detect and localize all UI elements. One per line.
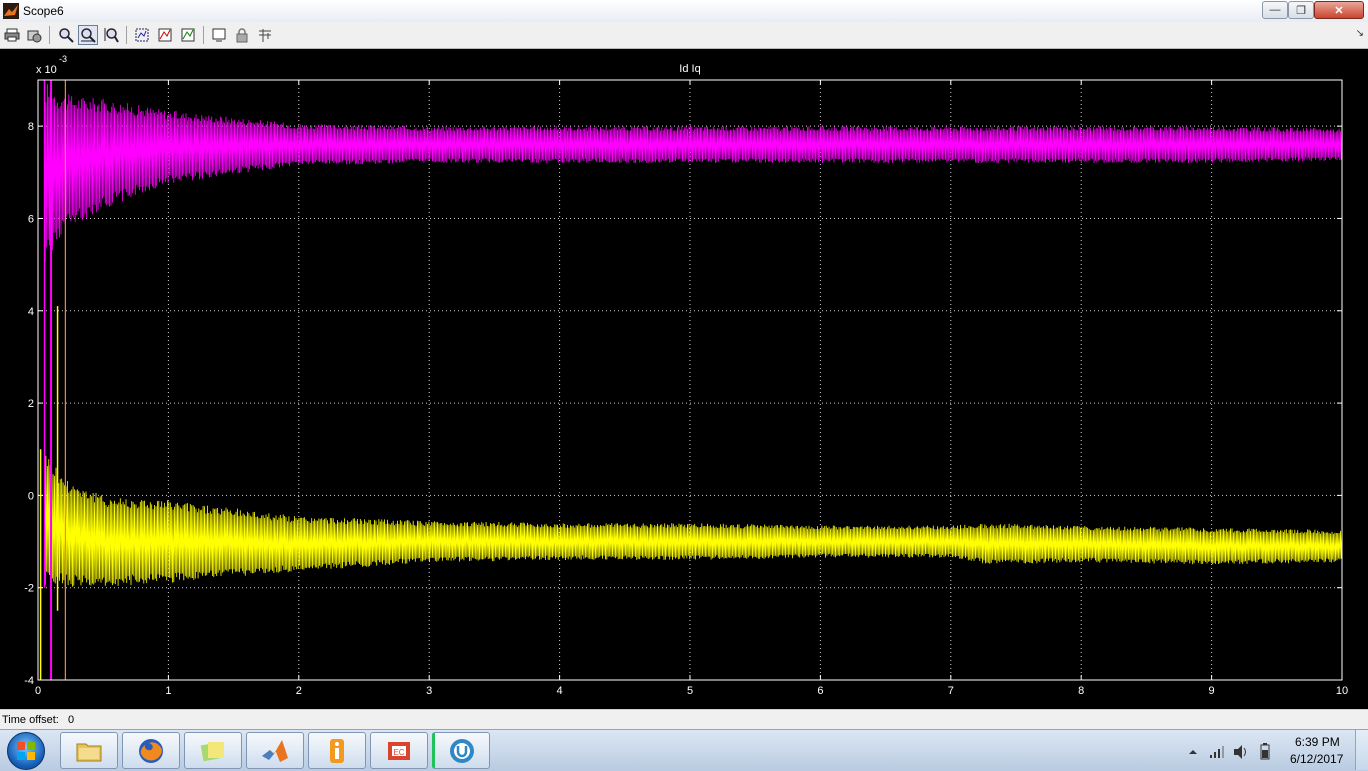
zoom-y-icon bbox=[104, 28, 119, 43]
volume-icon[interactable] bbox=[1232, 735, 1250, 765]
signal-selector-icon bbox=[259, 29, 271, 42]
title-bar[interactable]: Scope6 — ❐ ✕ bbox=[0, 0, 1368, 23]
clock-date[interactable]: 6/12/2017 bbox=[1290, 752, 1343, 766]
taskbar-firefox[interactable] bbox=[122, 732, 180, 769]
x-tick-label: 10 bbox=[1336, 685, 1348, 697]
y-exponent-label: x 10 bbox=[36, 64, 57, 76]
taskbar-explorer[interactable] bbox=[60, 732, 118, 769]
taskbar-presentation[interactable]: EC bbox=[370, 732, 428, 769]
signal-selector-button[interactable] bbox=[255, 25, 275, 45]
scope-toolbar: ↘ bbox=[0, 22, 1368, 49]
matlab-app-icon bbox=[3, 3, 19, 19]
folder-icon bbox=[76, 743, 102, 761]
clock-time[interactable]: 6:39 PM bbox=[1295, 735, 1340, 749]
save-axes-button[interactable] bbox=[155, 25, 175, 45]
y-tick-label: 0 bbox=[28, 490, 34, 502]
x-tick-label: 6 bbox=[817, 685, 823, 697]
restore-axes-icon bbox=[181, 28, 195, 42]
params-icon bbox=[27, 30, 42, 43]
x-tick-label: 4 bbox=[557, 685, 563, 697]
x-tick-label: 0 bbox=[35, 685, 41, 697]
status-bar: Time offset: 0 bbox=[0, 709, 1368, 730]
x-tick-label: 8 bbox=[1078, 685, 1084, 697]
windows-logo-icon bbox=[17, 742, 35, 760]
lock-button[interactable] bbox=[232, 25, 252, 45]
network-icon[interactable] bbox=[1208, 735, 1226, 765]
x-tick-label: 2 bbox=[296, 685, 302, 697]
start-button[interactable] bbox=[7, 732, 45, 770]
info-app-icon bbox=[330, 738, 344, 763]
time-offset-value: 0 bbox=[68, 714, 75, 726]
zoom-y-button[interactable] bbox=[101, 25, 121, 45]
firefox-icon bbox=[139, 738, 163, 763]
window-title: Scope6 bbox=[23, 4, 64, 18]
floating-scope-icon bbox=[212, 28, 226, 42]
print-button[interactable] bbox=[2, 25, 22, 45]
x-tick-label: 9 bbox=[1209, 685, 1215, 697]
signal-trace-2 bbox=[44, 455, 1343, 588]
taskbar: EC bbox=[0, 729, 1368, 771]
time-offset-label: Time offset: bbox=[2, 714, 59, 726]
zoom-icon bbox=[59, 28, 74, 43]
save-axes-icon bbox=[158, 28, 172, 42]
maximize-button[interactable]: ❐ bbox=[1288, 1, 1314, 19]
zoom-x-button[interactable] bbox=[78, 25, 98, 45]
x-tick-label: 7 bbox=[948, 685, 954, 697]
series-layer bbox=[39, 80, 1343, 680]
y-tick-label: -2 bbox=[24, 583, 34, 595]
y-tick-label: 6 bbox=[28, 213, 34, 225]
taskbar-sticky-notes[interactable] bbox=[184, 732, 242, 769]
zoom-button[interactable] bbox=[56, 25, 76, 45]
x-tick-label: 5 bbox=[687, 685, 693, 697]
scope-chart[interactable]: 0 1 2 3 4 5 6 7 8 9 10 -4 -2 0 2 4 6 8 Id Iq x 10 -3 bbox=[0, 49, 1368, 709]
presentation-icon: EC bbox=[388, 741, 410, 760]
x-tick-label: 1 bbox=[165, 685, 171, 697]
zoom-x-icon bbox=[81, 28, 96, 43]
y-tick-label: 4 bbox=[28, 306, 34, 318]
y-tick-label: 2 bbox=[28, 398, 34, 410]
svg-text:EC: EC bbox=[393, 748, 404, 757]
close-icon: ✕ bbox=[1334, 4, 1344, 17]
parameters-button[interactable] bbox=[24, 25, 44, 45]
minimize-icon: — bbox=[1269, 4, 1281, 16]
close-button[interactable]: ✕ bbox=[1314, 1, 1364, 19]
show-desktop-button[interactable] bbox=[1355, 730, 1368, 770]
restore-icon: ❐ bbox=[1296, 4, 1306, 17]
toolbar-dock-icon[interactable]: ↘ bbox=[1356, 28, 1364, 39]
y-tick-label: 8 bbox=[28, 121, 34, 133]
taskbar-info-app[interactable] bbox=[308, 732, 366, 769]
scope-plot-area[interactable]: 0 1 2 3 4 5 6 7 8 9 10 -4 -2 0 2 4 6 8 Id Iq x 10 -3 bbox=[0, 49, 1368, 729]
y-tick-label: -4 bbox=[24, 675, 34, 687]
tray-expand-icon[interactable] bbox=[1187, 735, 1199, 765]
print-icon bbox=[4, 28, 20, 42]
battery-icon[interactable] bbox=[1258, 735, 1272, 765]
autoscale-button[interactable] bbox=[132, 25, 152, 45]
lock-icon bbox=[236, 28, 248, 43]
minimize-button[interactable]: — bbox=[1262, 1, 1288, 19]
matlab-icon bbox=[262, 739, 288, 762]
taskbar-uget[interactable] bbox=[432, 732, 490, 769]
uget-icon bbox=[450, 738, 474, 763]
y-exponent-power: -3 bbox=[59, 54, 67, 64]
restore-axes-button[interactable] bbox=[178, 25, 198, 45]
x-tick-label: 3 bbox=[426, 685, 432, 697]
chart-title: Id Iq bbox=[679, 63, 700, 75]
autoscale-icon bbox=[135, 28, 149, 42]
signal-trace-1 bbox=[44, 82, 1343, 262]
floating-scope-button[interactable] bbox=[209, 25, 229, 45]
sticky-notes-icon bbox=[200, 741, 224, 761]
taskbar-matlab[interactable] bbox=[246, 732, 304, 769]
